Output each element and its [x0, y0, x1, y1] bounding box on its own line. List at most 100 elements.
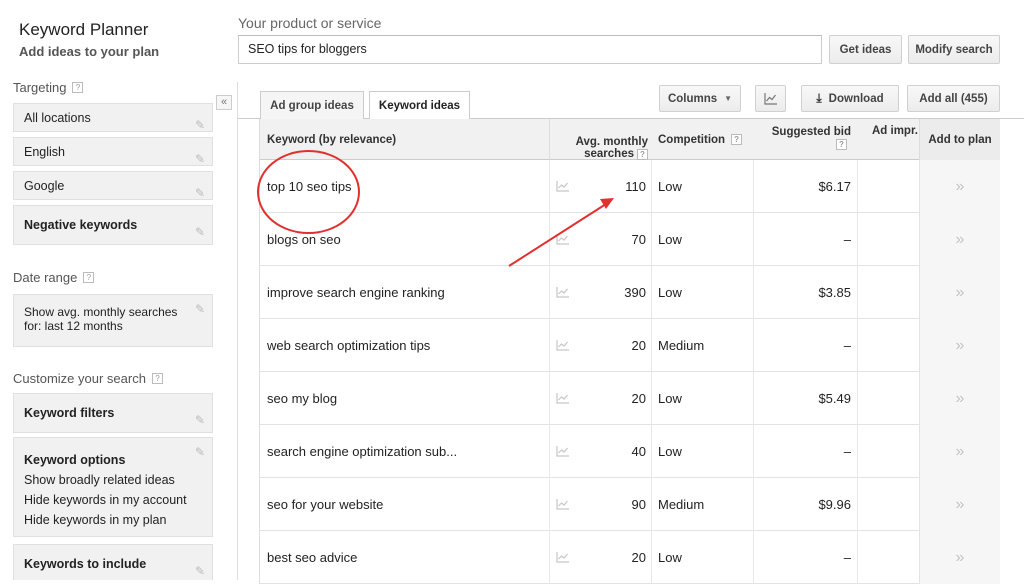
modify-search-button[interactable]: Modify search [908, 35, 1000, 64]
column-divider [753, 531, 754, 584]
ad-impr-value [858, 266, 918, 319]
pencil-icon: ✎ [194, 445, 205, 459]
keyword-text[interactable]: blogs on seo [267, 213, 547, 266]
negative-keywords[interactable]: Negative keywords ✎ [13, 205, 213, 245]
suggested-bid-value: – [843, 550, 851, 565]
column-divider [753, 425, 754, 478]
keywords-to-include[interactable]: Keywords to include ✎ [13, 544, 213, 580]
caret-down-icon: ▼ [724, 94, 733, 103]
pencil-icon: ✎ [194, 302, 205, 316]
tab-keyword-ideas[interactable]: Keyword ideas [369, 91, 470, 120]
table-row: best seo advice 20 Low – » [260, 531, 1000, 584]
column-divider [549, 266, 550, 319]
add-all-button[interactable]: Add all (455) [907, 85, 1000, 112]
add-to-plan-button[interactable]: » [919, 372, 1000, 425]
keyword-text[interactable]: seo for your website [267, 478, 547, 531]
header-avg-line2: searches? [584, 148, 648, 160]
pencil-icon: ✎ [194, 225, 205, 239]
customize-heading: Customize your search? [13, 371, 163, 386]
table-row: search engine optimization sub... 40 Low – » [260, 425, 1000, 478]
add-to-plan-button[interactable]: » [919, 213, 1000, 266]
help-icon[interactable]: ? [83, 272, 95, 283]
add-to-plan-button[interactable]: » [919, 531, 1000, 584]
add-to-plan-button[interactable]: » [919, 319, 1000, 372]
header-suggested-bid[interactable]: Suggested bid ? [755, 119, 851, 160]
add-to-plan-button[interactable]: » [919, 160, 1000, 213]
suggested-bid-value: – [843, 338, 851, 353]
column-divider [549, 160, 550, 213]
ad-impr-value [858, 478, 918, 531]
header-avg-monthly[interactable]: Avg. monthly searches? [550, 119, 648, 160]
avg-monthly-searches: 110 [625, 179, 646, 194]
competition-value: Medium [658, 497, 705, 512]
get-ideas-button[interactable]: Get ideas [829, 35, 902, 64]
header-keyword[interactable]: Keyword (by relevance) [267, 119, 396, 160]
suggested-bid-value: $3.85 [818, 285, 851, 300]
column-divider [651, 478, 652, 531]
pencil-icon: ✎ [194, 413, 205, 427]
header: Keyword Planner Add ideas to your plan Y… [0, 0, 1024, 82]
column-divider [651, 319, 652, 372]
column-divider [753, 319, 754, 372]
column-divider [651, 266, 652, 319]
suggested-bid-value: $5.49 [818, 391, 851, 406]
help-icon[interactable]: ? [836, 139, 847, 150]
competition-value: Low [658, 232, 682, 247]
main-panel: Ad group ideas Keyword ideas Columns ▼ ⤓… [238, 82, 1024, 584]
help-icon[interactable]: ? [72, 82, 84, 93]
product-label: Your product or service [238, 15, 382, 31]
add-to-plan-button[interactable]: » [919, 425, 1000, 478]
product-input[interactable]: SEO tips for bloggers [238, 35, 822, 64]
header-competition[interactable]: Competition? [658, 119, 743, 160]
keyword-text[interactable]: web search optimization tips [267, 319, 547, 372]
header-ad-impr[interactable]: Ad impr. [858, 119, 918, 160]
targeting-heading: Targeting? [13, 82, 84, 95]
pencil-icon: ✎ [194, 152, 205, 166]
column-divider [549, 478, 550, 531]
tabs-bar: Ad group ideas Keyword ideas Columns ▼ ⤓… [238, 82, 1024, 120]
pencil-icon: ✎ [194, 186, 205, 200]
keyword-options[interactable]: Keyword options Show broadly related ide… [13, 437, 213, 537]
column-divider [651, 425, 652, 478]
pencil-icon: ✎ [194, 564, 205, 578]
help-icon[interactable]: ? [151, 373, 163, 384]
ad-impr-value [858, 160, 918, 213]
keyword-table: Keyword (by relevance) Avg. monthly sear… [259, 119, 1000, 584]
help-icon[interactable]: ? [637, 149, 648, 160]
pencil-icon: ✎ [194, 118, 205, 132]
competition-value: Low [658, 391, 682, 406]
keyword-text[interactable]: seo my blog [267, 372, 547, 425]
collapse-sidebar-button[interactable]: « [216, 95, 232, 110]
help-icon[interactable]: ? [731, 134, 743, 145]
chart-button[interactable] [755, 85, 786, 112]
add-to-plan-button[interactable]: » [919, 266, 1000, 319]
tab-ad-group-ideas[interactable]: Ad group ideas [260, 91, 364, 120]
targeting-language[interactable]: English ✎ [13, 137, 213, 166]
column-divider [549, 425, 550, 478]
add-to-plan-button[interactable]: » [919, 478, 1000, 531]
table-body: top 10 seo tips 110 Low $6.17 » blogs on seo 7… [260, 160, 1000, 584]
ad-impr-value [858, 319, 918, 372]
columns-button[interactable]: Columns ▼ [659, 85, 741, 112]
app-subtitle: Add ideas to your plan [19, 44, 160, 59]
competition-value: Low [658, 550, 682, 565]
competition-value: Low [658, 285, 682, 300]
keyword-text[interactable]: improve search engine ranking [267, 266, 547, 319]
header-add-to-plan: Add to plan [919, 119, 1000, 160]
suggested-bid-value: $9.96 [818, 497, 851, 512]
keyword-text[interactable]: top 10 seo tips [267, 160, 547, 213]
keyword-text[interactable]: search engine optimization sub... [267, 425, 547, 478]
column-divider [753, 160, 754, 213]
suggested-bid-value: – [843, 444, 851, 459]
sidebar: Targeting? All locations ✎ English ✎ Googl… [0, 82, 218, 580]
ad-impr-value [858, 531, 918, 584]
targeting-location[interactable]: All locations ✎ [13, 103, 213, 132]
keyword-text[interactable]: best seo advice [267, 531, 547, 584]
table-row: web search optimization tips 20 Medium – » [260, 319, 1000, 372]
download-button[interactable]: ⤓ Download [801, 85, 899, 112]
date-range-box[interactable]: Show avg. monthly searches for: last 12 … [13, 294, 213, 347]
keyword-filters[interactable]: Keyword filters ✎ [13, 393, 213, 433]
column-divider [753, 372, 754, 425]
column-divider [651, 531, 652, 584]
targeting-network[interactable]: Google ✎ [13, 171, 213, 200]
